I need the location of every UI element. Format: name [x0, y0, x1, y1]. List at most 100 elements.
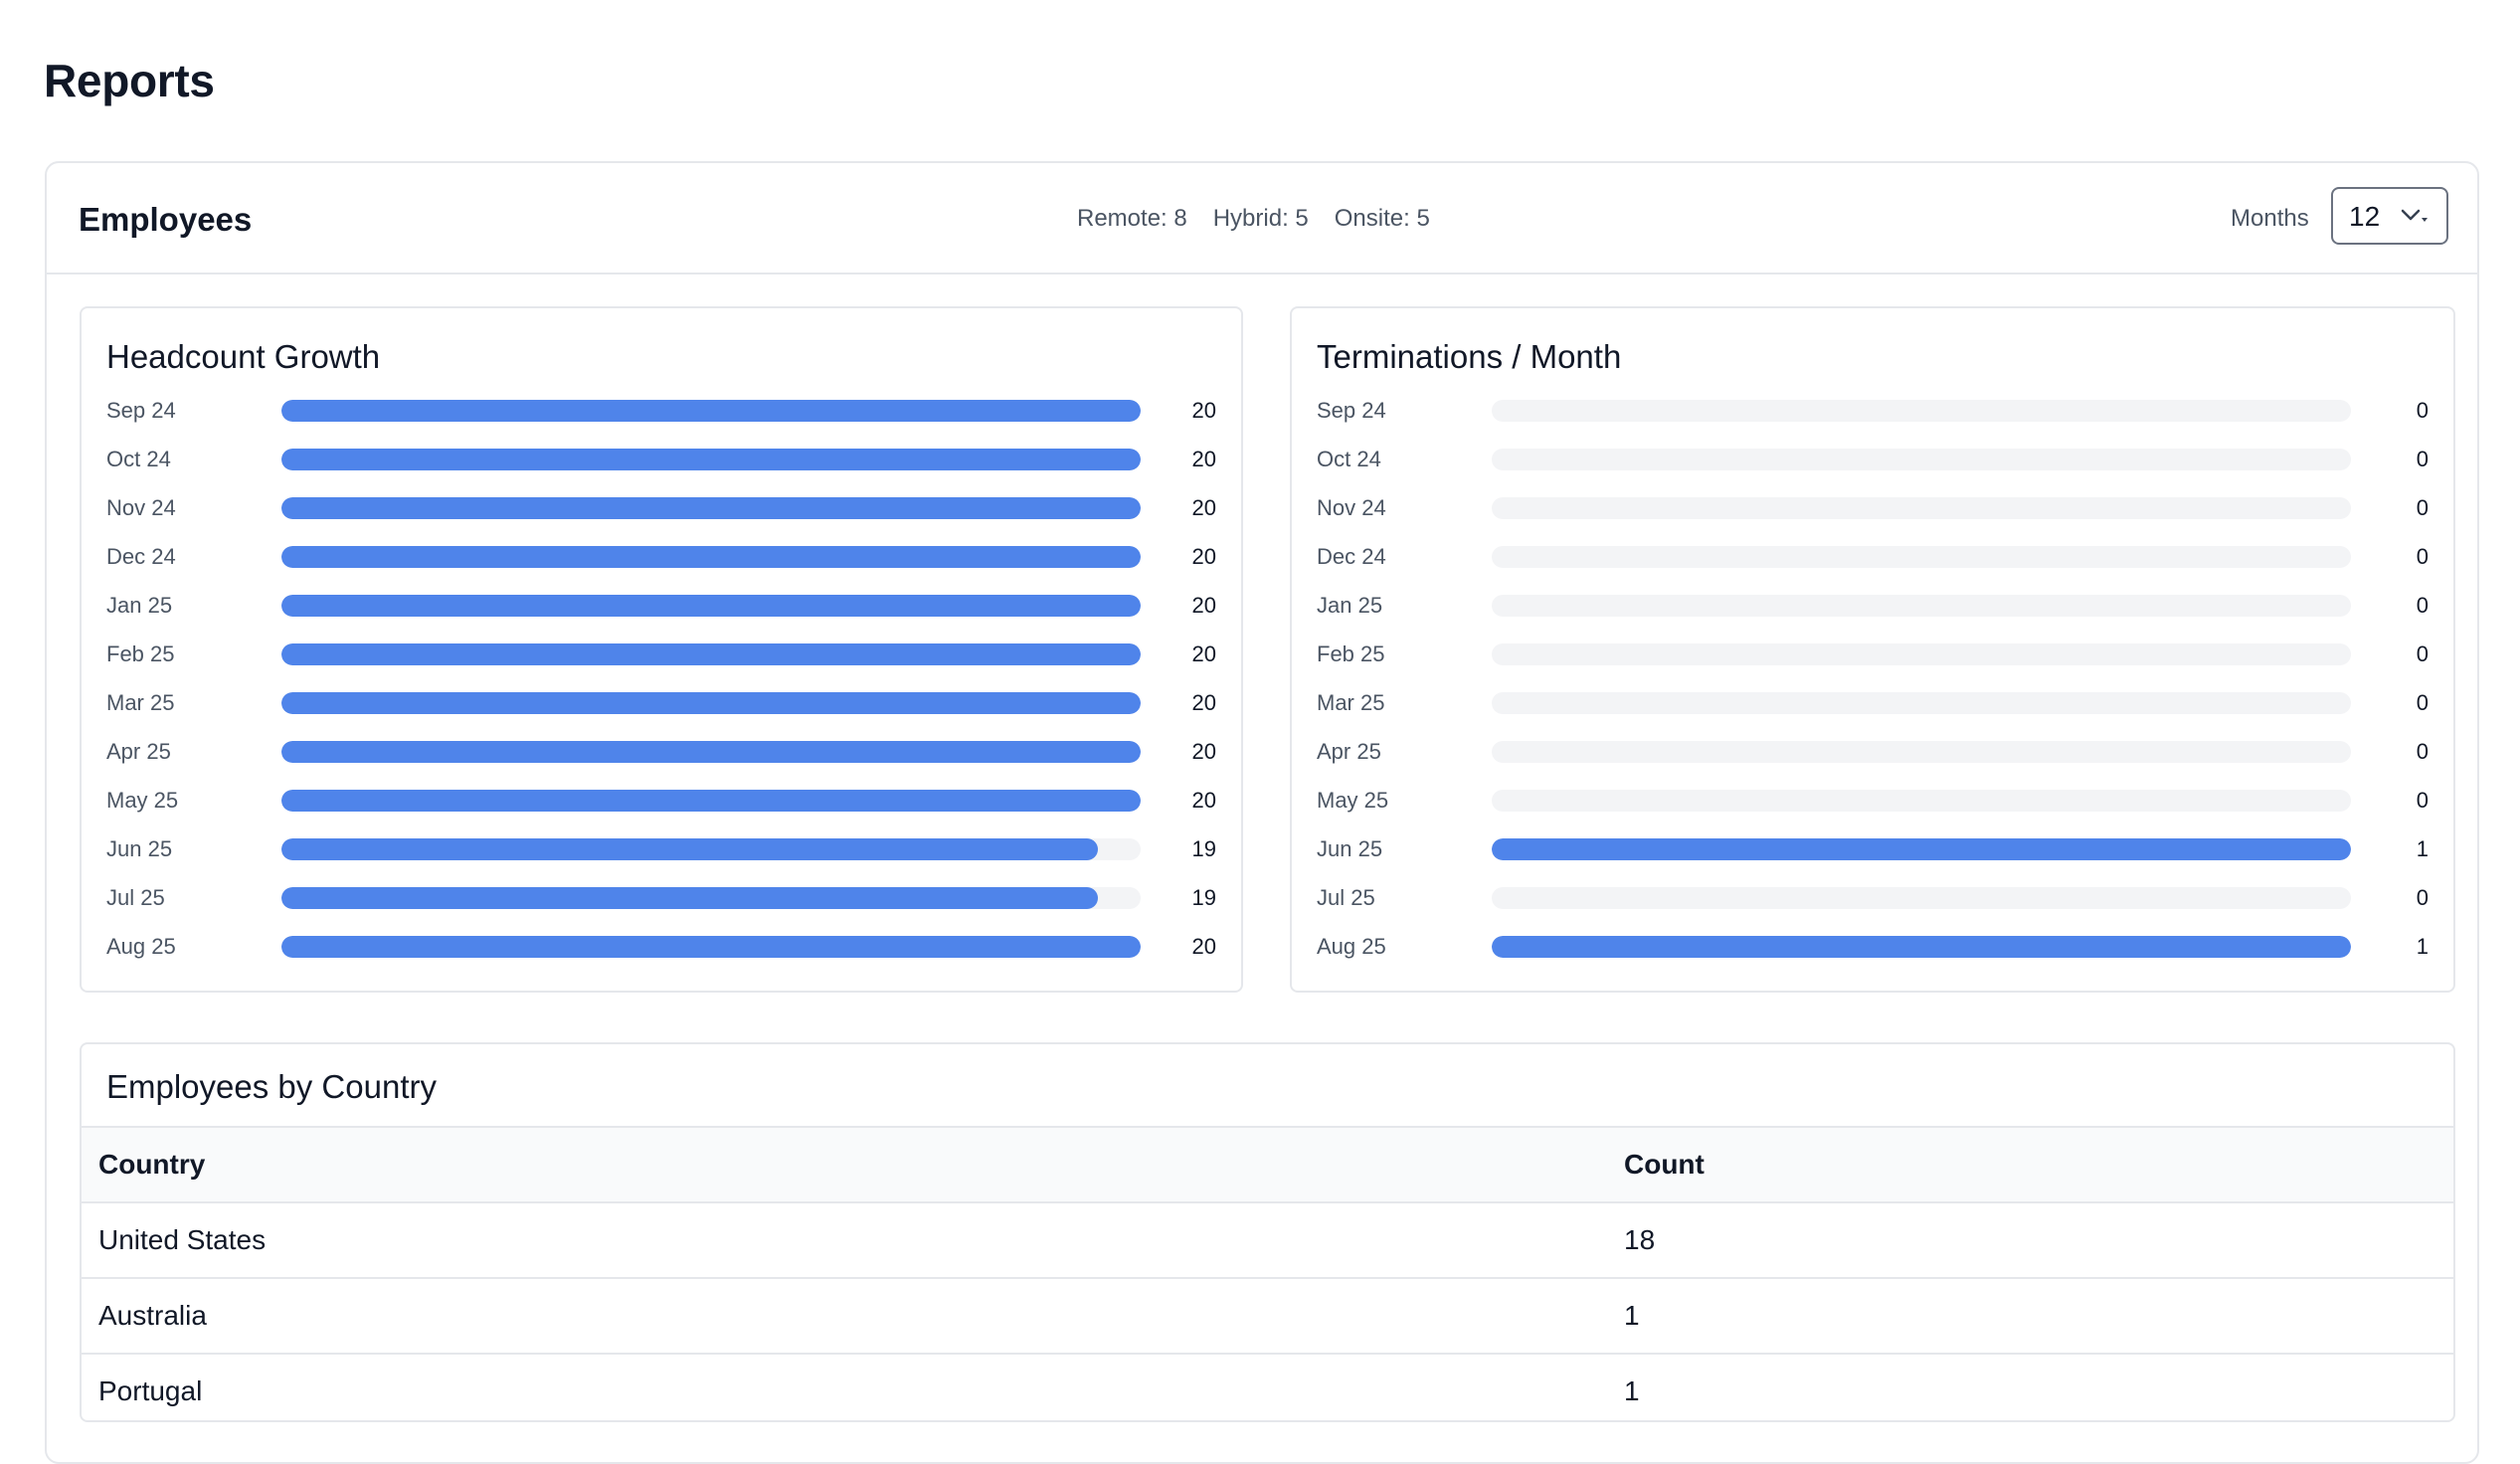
bar-label: Jan 25	[106, 593, 173, 618]
bar-track	[281, 936, 1141, 958]
bar-track	[281, 546, 1141, 568]
bar-label: Feb 25	[106, 641, 175, 666]
bar-label: Jun 25	[106, 836, 173, 861]
bar	[281, 692, 1141, 714]
bar-track	[1492, 595, 2351, 617]
bar-label: Dec 24	[106, 544, 176, 569]
bar-track	[1492, 497, 2351, 519]
bar-row: Jun 25 1	[1292, 835, 2453, 884]
bar-label: Feb 25	[1317, 641, 1385, 666]
bar-value: 20	[1191, 447, 1216, 471]
bar-label: Oct 24	[1317, 447, 1381, 471]
months-select[interactable]: 12	[2331, 187, 2448, 245]
count-cell: 18	[1607, 1201, 2453, 1278]
bar-label: Nov 24	[1317, 495, 1386, 520]
bar-value: 20	[1191, 641, 1216, 666]
bar-row: Mar 25 20	[82, 689, 1241, 738]
work-mode-stats: Remote: 8 Hybrid: 5 Onsite: 5	[1077, 205, 1430, 233]
bar-track	[281, 838, 1141, 860]
bar-row: Nov 24 20	[82, 494, 1241, 543]
bar-value: 20	[1191, 934, 1216, 959]
months-label: Months	[2231, 205, 2309, 232]
bar	[1492, 936, 2351, 958]
bar-row: Apr 25 20	[82, 738, 1241, 787]
bar-row: Sep 24 20	[82, 397, 1241, 446]
bar-row: Jul 25 19	[82, 884, 1241, 933]
bar	[281, 400, 1141, 422]
bar-row: Feb 25 0	[1292, 640, 2453, 689]
bar-value: 20	[1191, 690, 1216, 715]
bar-label: Sep 24	[106, 398, 176, 423]
bar-track	[1492, 838, 2351, 860]
bar-label: Jan 25	[1317, 593, 1383, 618]
bar	[1492, 838, 2351, 860]
bar-label: Apr 25	[106, 739, 171, 764]
bar-value: 0	[2416, 544, 2429, 569]
bar-track	[281, 595, 1141, 617]
bar-track	[1492, 887, 2351, 909]
bar-value: 0	[2416, 739, 2429, 764]
employees-card-title: Employees	[79, 201, 253, 238]
bar-row: Jun 25 19	[82, 835, 1241, 884]
bar-track	[1492, 546, 2351, 568]
bar-track	[281, 790, 1141, 812]
chevron-down-icon	[2401, 209, 2428, 222]
bar-label: Mar 25	[1317, 690, 1385, 715]
bar	[281, 790, 1141, 812]
column-header-country: Country	[82, 1126, 1607, 1202]
bar-row: May 25 0	[1292, 787, 2453, 835]
bar-track	[281, 643, 1141, 665]
chart-title: Headcount Growth	[106, 338, 381, 375]
bar-row: Apr 25 0	[1292, 738, 2453, 787]
table-header-row: Country Count	[82, 1126, 2453, 1202]
headcount-growth-chart: Headcount Growth Sep 24 20 Oct 24 20 Nov 24 2…	[80, 306, 1243, 993]
bar-track	[1492, 790, 2351, 812]
bar-row: Dec 24 20	[82, 543, 1241, 592]
bar-track	[1492, 936, 2351, 958]
terminations-chart: Terminations / Month Sep 24 0 Oct 24 0 Nov 2…	[1290, 306, 2455, 993]
chart-rows: Sep 24 0 Oct 24 0 Nov 24 0 Dec 24 0 Jan 25 0 Feb 2…	[1292, 397, 2453, 982]
chart-title: Terminations / Month	[1317, 338, 1622, 375]
bar-label: Nov 24	[106, 495, 176, 520]
bar-value: 1	[2416, 934, 2429, 959]
bar-row: Feb 25 20	[82, 640, 1241, 689]
employees-by-country: Employees by Country Country Count Unite…	[80, 1042, 2455, 1422]
bar-label: Mar 25	[106, 690, 175, 715]
bar-row: Oct 24 0	[1292, 446, 2453, 494]
employees-card: Employees Remote: 8 Hybrid: 5 Onsite: 5 …	[45, 161, 2479, 1464]
table-row: United States 18	[82, 1201, 2453, 1278]
bar-value: 0	[2416, 447, 2429, 471]
bar-row: Aug 25 20	[82, 933, 1241, 982]
bar-value: 20	[1191, 398, 1216, 423]
bar-row: Sep 24 0	[1292, 397, 2453, 446]
bar-value: 20	[1191, 544, 1216, 569]
column-header-count: Count	[1607, 1126, 2453, 1202]
bar-label: Aug 25	[106, 934, 176, 959]
country-cell: Portugal	[82, 1353, 1607, 1420]
bar-track	[281, 741, 1141, 763]
bar-value: 0	[2416, 641, 2429, 666]
chart-rows: Sep 24 20 Oct 24 20 Nov 24 20 Dec 24 20 Jan 25 20…	[82, 397, 1241, 982]
reports-page: Reports Employees Remote: 8 Hybrid: 5 On…	[0, 0, 2520, 1464]
bar-row: Oct 24 20	[82, 446, 1241, 494]
bar-label: Jun 25	[1317, 836, 1383, 861]
bar-value: 0	[2416, 495, 2429, 520]
bar-track	[1492, 449, 2351, 470]
bar-value: 20	[1191, 788, 1216, 813]
bar	[281, 546, 1141, 568]
bar	[281, 595, 1141, 617]
bar-row: Jan 25 20	[82, 592, 1241, 640]
bar	[281, 741, 1141, 763]
table-row: Australia 1	[82, 1277, 2453, 1354]
bar-row: Mar 25 0	[1292, 689, 2453, 738]
bar-row: Nov 24 0	[1292, 494, 2453, 543]
bar-row: May 25 20	[82, 787, 1241, 835]
country-cell: Australia	[82, 1277, 1607, 1354]
bar-track	[1492, 692, 2351, 714]
country-table: Country Count United States 18 Australia 1 P…	[82, 1126, 2453, 1420]
bar-track	[281, 497, 1141, 519]
bar-track	[1492, 643, 2351, 665]
bar-track	[1492, 400, 2351, 422]
bar-value: 20	[1191, 495, 1216, 520]
bar-label: Jul 25	[106, 885, 165, 910]
